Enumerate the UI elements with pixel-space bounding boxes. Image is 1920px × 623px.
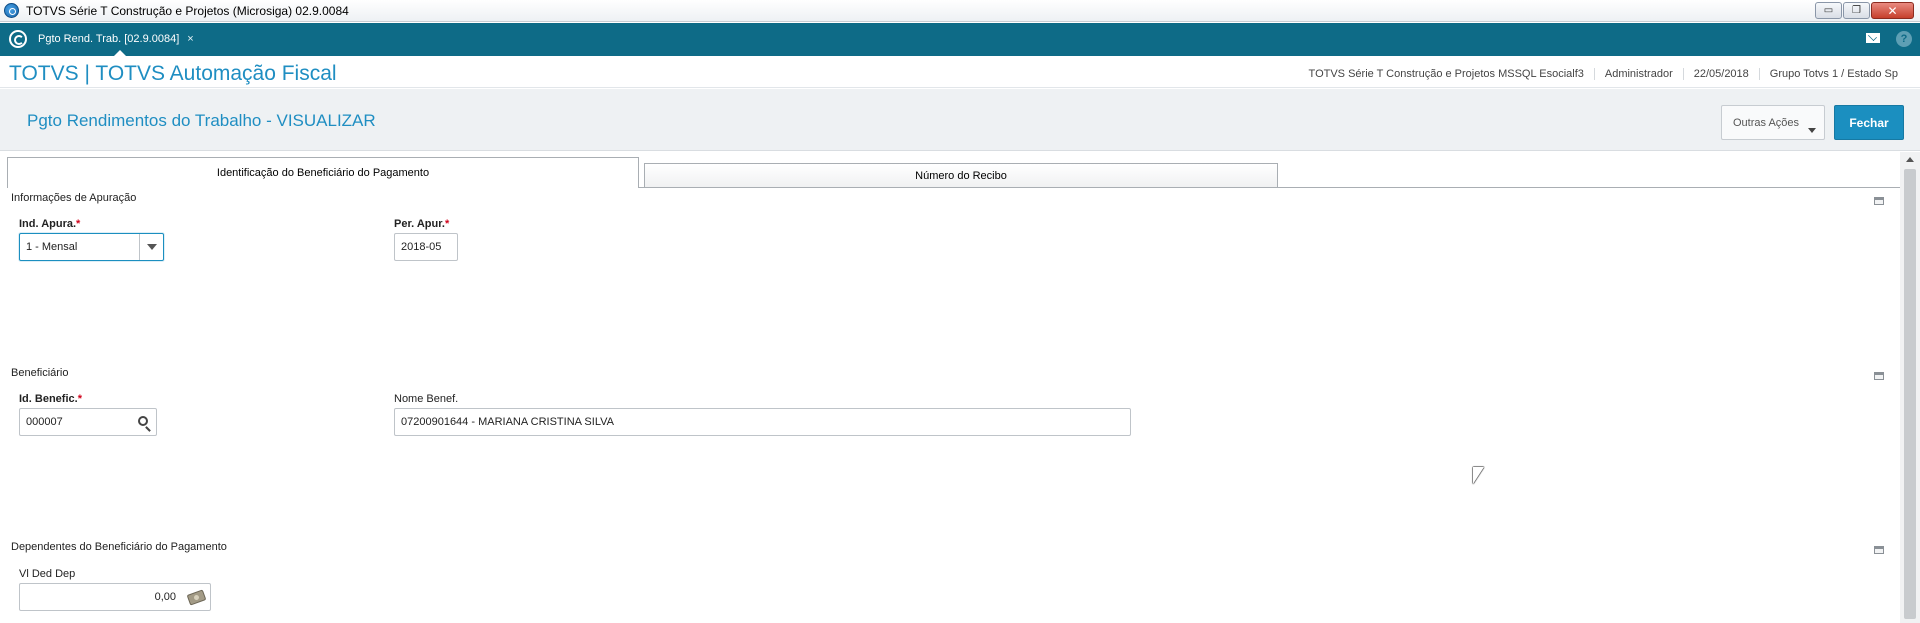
restore-button[interactable]: ❐ [1843, 2, 1870, 19]
ind-apura-select[interactable]: 1 - Mensal [19, 233, 164, 261]
collapse-section-icon[interactable] [1874, 197, 1884, 205]
fechar-button[interactable]: Fechar [1834, 105, 1904, 140]
form-content: Informações de Apuração Ind. Apura.* 1 -… [7, 188, 1900, 623]
per-apur-label: Per. Apur.* [394, 218, 449, 230]
page-title-bar: Pgto Rendimentos do Trabalho - VISUALIZA… [0, 89, 1920, 151]
session-info: TOTVS Série T Construção e Projetos MSSQ… [1299, 68, 1908, 80]
ind-apura-value: 1 - Mensal [26, 241, 78, 253]
per-apur-input[interactable]: 2018-05 [394, 233, 458, 261]
home-icon[interactable] [9, 30, 27, 48]
close-window-button[interactable]: ✕ [1871, 2, 1914, 19]
per-apur-value: 2018-05 [401, 241, 442, 253]
collapse-section-icon[interactable] [1874, 546, 1884, 554]
vl-ded-dep-value: 0,00 [154, 591, 176, 603]
date-label: 22/05/2018 [1682, 68, 1759, 80]
totvs-app-icon [4, 3, 19, 18]
program-tabbar: Pgto Rend. Trab. [02.9.0084] × ? [0, 23, 1920, 56]
id-benefic-value: 000007 [26, 416, 63, 428]
ind-apura-label-text: Ind. Apura. [19, 218, 77, 230]
required-mark: * [76, 218, 81, 230]
nome-benef-input[interactable]: 07200901644 - MARIANA CRISTINA SILVA [394, 408, 1131, 436]
user-label: Administrador [1593, 68, 1683, 80]
mail-icon[interactable] [1866, 33, 1880, 43]
outras-acoes-button[interactable]: Outras Ações [1721, 105, 1825, 140]
nome-benef-label: Nome Benef. [394, 393, 459, 405]
scroll-up-arrow-icon[interactable] [1906, 157, 1914, 162]
mouse-cursor-icon [1473, 467, 1484, 484]
ind-apura-label: Ind. Apura.* [19, 218, 80, 230]
id-benefic-label-text: Id. Benefic. [19, 393, 78, 405]
search-icon[interactable] [138, 416, 148, 426]
tab-pgto-rend-trab[interactable]: Pgto Rend. Trab. [02.9.0084] × [38, 28, 194, 50]
window-title: TOTVS Série T Construção e Projetos (Mic… [26, 4, 349, 18]
company-label: Grupo Totvs 1 / Estado Sp [1758, 68, 1908, 80]
help-icon[interactable]: ? [1896, 31, 1912, 47]
section-title-beneficiario: Beneficiário [11, 367, 69, 379]
section-title-apuracao: Informações de Apuração [11, 192, 137, 204]
scroll-thumb[interactable] [1904, 169, 1916, 619]
vertical-scrollbar[interactable] [1900, 152, 1920, 623]
environment-label: TOTVS Série T Construção e Projetos MSSQ… [1308, 68, 1584, 80]
window-controls: ▭ ❐ ✕ [1815, 2, 1914, 19]
minimize-button[interactable]: ▭ [1815, 2, 1842, 19]
chevron-down-icon [1808, 128, 1816, 133]
window-titlebar: TOTVS Série T Construção e Projetos (Mic… [0, 0, 1920, 22]
outras-acoes-label: Outras Ações [1733, 116, 1800, 129]
collapse-section-icon[interactable] [1874, 372, 1884, 380]
id-benefic-input[interactable]: 000007 [19, 408, 157, 436]
vl-ded-dep-label: Vl Ded Dep [19, 568, 76, 580]
id-benefic-label: Id. Benefic.* [19, 393, 82, 405]
tab-close-icon[interactable]: × [187, 33, 193, 45]
page-title: Pgto Rendimentos do Trabalho - VISUALIZA… [27, 111, 376, 130]
per-apur-label-text: Per. Apur. [394, 218, 445, 230]
dropdown-arrow-icon[interactable] [139, 234, 163, 260]
app-header: TOTVS | TOTVS Automação Fiscal TOTVS Sér… [0, 56, 1920, 88]
required-mark: * [77, 393, 82, 405]
brand-title: TOTVS | TOTVS Automação Fiscal [9, 62, 337, 85]
section-title-dependentes: Dependentes do Beneficiário do Pagamento [11, 541, 227, 553]
tab-label: Pgto Rend. Trab. [02.9.0084] [38, 33, 180, 45]
tab-numero-recibo[interactable]: Número do Recibo [644, 163, 1278, 188]
nome-benef-value: 07200901644 - MARIANA CRISTINA SILVA [401, 416, 614, 428]
money-icon[interactable] [186, 589, 207, 606]
required-mark: * [444, 218, 450, 230]
vl-ded-dep-input[interactable]: 0,00 [19, 583, 211, 611]
tab-identificacao-beneficiario[interactable]: Identificação do Beneficiário do Pagamen… [7, 157, 639, 188]
